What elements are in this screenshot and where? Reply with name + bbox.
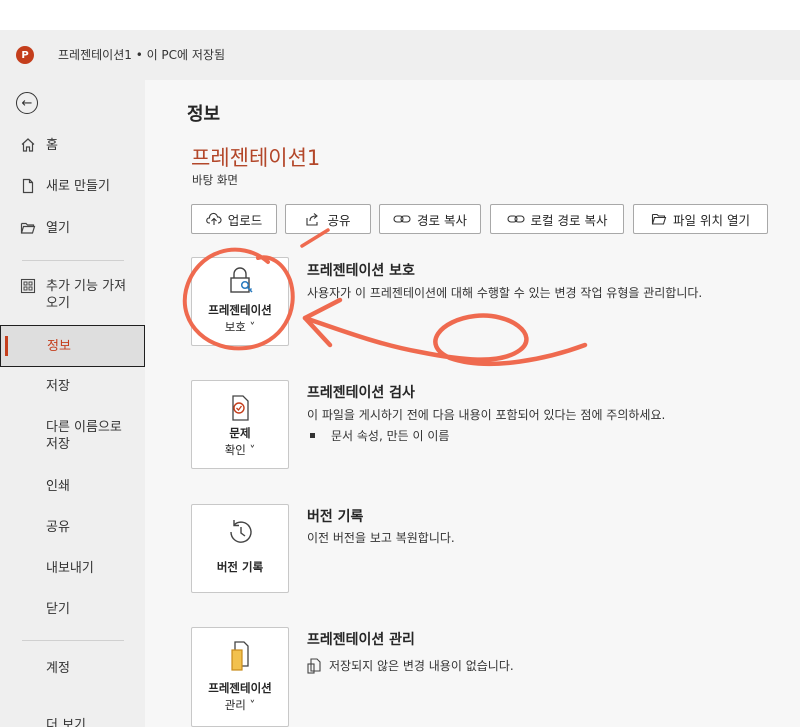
home-icon	[20, 137, 36, 153]
nav-save-as[interactable]: 다른 이름으로 저장	[0, 419, 145, 453]
version-history-button[interactable]: 버전 기록	[191, 504, 289, 593]
info-pane: 정보 프레젠테이션1 바탕 화면 업로드 공유 경로 복사 로컬 경로 복사 파…	[145, 80, 800, 727]
open-file-location-button[interactable]: 파일 위치 열기	[633, 204, 768, 234]
manage-description-text: 저장되지 않은 변경 내용이 없습니다.	[329, 659, 514, 673]
nav-close-label: 닫기	[46, 602, 70, 617]
protect-section-title: 프레젠테이션 보호	[307, 263, 415, 279]
manage-card-label-1: 프레젠테이션	[208, 681, 272, 695]
manage-document-icon	[192, 640, 288, 674]
nav-account[interactable]: 계정	[0, 660, 145, 677]
document-icon	[307, 657, 321, 674]
nav-open-label: 열기	[46, 221, 70, 236]
upload-label: 업로드	[227, 212, 263, 228]
copy-path-button[interactable]: 경로 복사	[379, 204, 481, 234]
inspect-bullet-item: 문서 속성, 만든 이 이름	[310, 427, 449, 444]
file-location: 바탕 화면	[192, 173, 238, 187]
sidebar-divider	[22, 640, 124, 641]
nav-export-label: 내보내기	[46, 561, 94, 576]
nav-print[interactable]: 인쇄	[0, 478, 145, 495]
inspect-section-description: 이 파일을 게시하기 전에 다음 내용이 포함되어 있다는 점에 주의하세요.	[307, 408, 666, 422]
version-section-title: 버전 기록	[307, 509, 364, 525]
nav-info[interactable]: 정보	[0, 325, 145, 367]
new-document-icon	[20, 178, 36, 194]
copy-local-path-button[interactable]: 로컬 경로 복사	[490, 204, 624, 234]
powerpoint-app-icon: P	[16, 46, 34, 64]
nav-home-label: 홈	[46, 138, 58, 153]
nav-share[interactable]: 공유	[0, 519, 145, 536]
nav-info-label: 정보	[47, 338, 71, 354]
bullet-icon	[310, 433, 315, 438]
open-file-location-label: 파일 위치 열기	[673, 212, 750, 228]
nav-more-label: 더 보기	[46, 718, 87, 727]
manage-section-description: 저장되지 않은 변경 내용이 없습니다.	[307, 657, 514, 674]
nav-new-label: 새로 만들기	[46, 179, 110, 194]
nav-home[interactable]: 홈	[0, 137, 145, 154]
nav-save-label: 저장	[46, 379, 70, 394]
share-icon	[305, 212, 321, 226]
copy-local-path-label: 로컬 경로 복사	[530, 212, 608, 228]
nav-open[interactable]: 열기	[0, 220, 145, 237]
inspect-document-icon	[192, 393, 288, 423]
manage-presentation-button[interactable]: 프레젠테이션 관리 ˅	[191, 627, 289, 727]
upload-button[interactable]: 업로드	[191, 204, 277, 234]
nav-close[interactable]: 닫기	[0, 601, 145, 618]
history-clock-icon	[192, 517, 288, 547]
nav-save[interactable]: 저장	[0, 378, 145, 395]
add-ins-icon	[20, 278, 36, 294]
protect-card-label-2: 보호 ˅	[224, 320, 256, 334]
sidebar-divider	[22, 260, 124, 261]
folder-icon	[651, 212, 667, 226]
link-icon	[506, 213, 525, 225]
nav-save-as-label: 다른 이름으로 저장	[46, 420, 122, 452]
inspect-card-label-2: 확인 ˅	[224, 443, 256, 457]
inspect-bullet-text: 문서 속성, 만든 이 이름	[331, 429, 450, 443]
link-icon	[393, 213, 411, 225]
inspect-card-label-1: 문제	[229, 426, 251, 440]
share-button[interactable]: 공유	[285, 204, 371, 234]
nav-more[interactable]: 더 보기	[0, 717, 145, 727]
presentation-name: 프레젠테이션1	[191, 146, 321, 170]
lock-key-icon	[192, 265, 288, 295]
nav-new[interactable]: 새로 만들기	[0, 178, 145, 195]
document-title: 프레젠테이션1 • 이 PC에 저장됨	[58, 48, 226, 62]
back-arrow-icon: ←	[21, 95, 33, 111]
nav-print-label: 인쇄	[46, 479, 70, 494]
nav-add-ins[interactable]: 추가 기능 가져 오기	[0, 278, 145, 312]
upload-icon	[205, 212, 222, 226]
nav-share-label: 공유	[46, 520, 70, 535]
nav-add-ins-label: 추가 기능 가져 오기	[46, 279, 127, 311]
protect-card-label-1: 프레젠테이션	[208, 303, 272, 317]
protect-section-description: 사용자가 이 프레젠테이션에 대해 수행할 수 있는 변경 작업 유형을 관리합…	[307, 286, 703, 300]
version-section-description: 이전 버전을 보고 복원합니다.	[307, 531, 455, 545]
inspect-section-title: 프레젠테이션 검사	[307, 385, 415, 401]
nav-export[interactable]: 내보내기	[0, 560, 145, 577]
version-card-label: 버전 기록	[216, 560, 264, 574]
page-title: 정보	[187, 104, 221, 125]
back-button[interactable]: ←	[16, 92, 38, 114]
backstage-sidebar: ← 홈 새로 만들기 열기 추가 기능 가져 오기 정보 저장 다른 이름으로 …	[0, 80, 145, 727]
protect-presentation-button[interactable]: 프레젠테이션 보호 ˅	[191, 257, 289, 346]
manage-section-title: 프레젠테이션 관리	[307, 632, 415, 648]
nav-account-label: 계정	[46, 661, 70, 676]
share-label: 공유	[327, 212, 351, 228]
manage-card-label-2: 관리 ˅	[224, 698, 256, 712]
copy-path-label: 경로 복사	[417, 212, 467, 228]
title-bar: P 프레젠테이션1 • 이 PC에 저장됨	[0, 30, 800, 80]
check-for-issues-button[interactable]: 문제 확인 ˅	[191, 380, 289, 469]
open-folder-icon	[20, 220, 36, 236]
